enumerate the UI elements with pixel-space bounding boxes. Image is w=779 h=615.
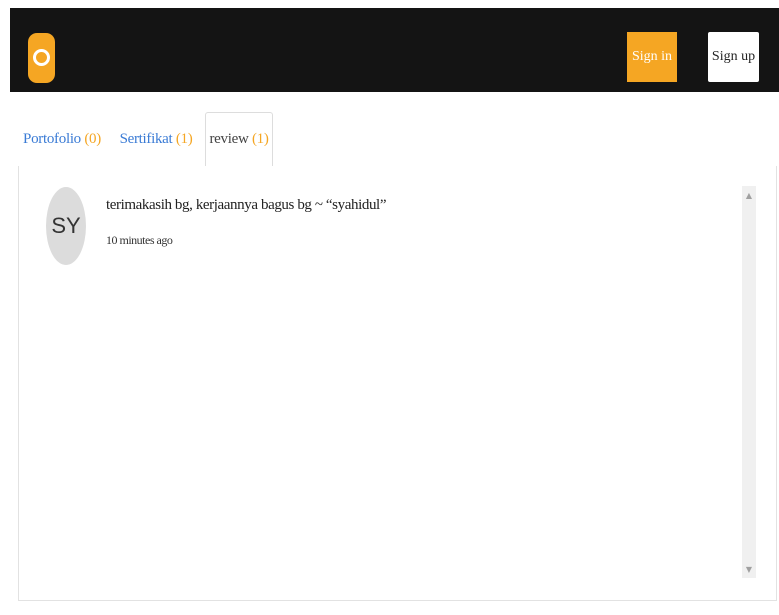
tab-portofolio-count: (0) [84,130,101,147]
sign-up-button[interactable]: Sign up [708,32,759,82]
scroll-up-arrow-icon[interactable]: ▲ [742,188,756,202]
scroll-down-arrow-icon[interactable]: ▼ [742,562,756,576]
tab-portofolio[interactable]: Portofolio (0) [22,112,102,166]
review-scrollbar[interactable]: ▲ ▼ [742,186,756,578]
tab-review-count: (1) [251,131,269,147]
tab-review[interactable]: review (1) [205,112,273,166]
review-panel: SY terimakasih bg, kerjaannya bagus bg ~… [18,166,777,601]
tab-sertifikat-label: Sertifikat [119,130,173,147]
top-navbar: Sign in Sign up [10,8,779,92]
tab-sertifikat-count: (1) [175,130,193,147]
profile-tabs: Portofolio (0) Sertifikat (1) review (1) [10,112,779,166]
main-content: Portofolio (0) Sertifikat (1) review (1)… [10,92,779,615]
logo-icon[interactable] [28,33,55,83]
avatar: SY [46,187,86,265]
review-timestamp: 10 minutes ago [106,233,173,247]
tab-review-label: review [209,131,249,147]
tab-sertifikat[interactable]: Sertifikat (1) [116,112,196,166]
logo-ring-icon [33,49,50,66]
review-text: terimakasih bg, kerjaannya bagus bg ~ “s… [106,197,387,213]
sign-in-button[interactable]: Sign in [627,32,677,82]
tab-portofolio-label: Portofolio [23,130,81,147]
